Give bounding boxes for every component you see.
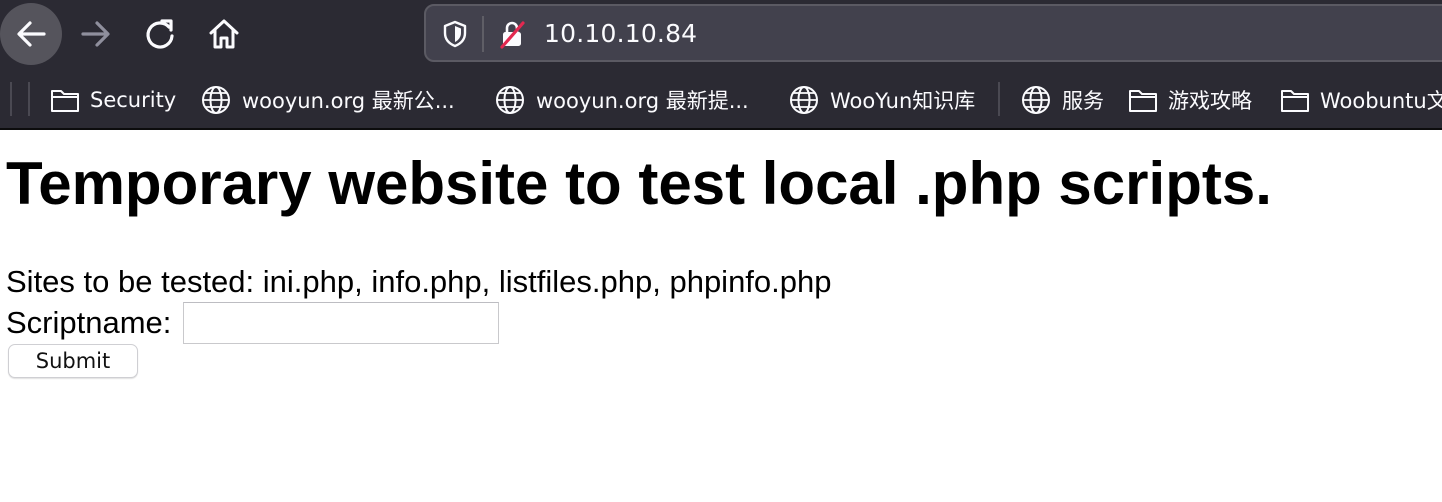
address-bar-divider <box>482 16 484 52</box>
scriptname-input[interactable] <box>183 302 500 344</box>
bookmark-label: Woobuntu文 <box>1320 89 1442 113</box>
reload-icon <box>146 19 174 49</box>
bookmark-woobuntu[interactable]: Woobuntu文 <box>1280 82 1442 118</box>
insecure-lock-icon[interactable] <box>498 19 526 49</box>
folder-icon <box>1129 90 1157 112</box>
bookmark-wooyun-tijiao[interactable]: wooyun.org 最新提... <box>494 82 749 118</box>
page-content: Temporary website to test local .php scr… <box>0 132 1442 502</box>
bookmark-youxi-gonglue[interactable]: 游戏攻略 <box>1128 82 1252 118</box>
globe-icon <box>202 86 230 114</box>
bookmark-label: Security <box>90 88 177 112</box>
scriptname-label: Scriptname: <box>6 305 172 340</box>
bookmark-fuwu[interactable]: 服务 <box>1020 82 1104 118</box>
bookmarks-separator <box>28 82 30 116</box>
bookmark-label: wooyun.org 最新公... <box>242 89 455 113</box>
tracking-shield-icon[interactable] <box>442 20 468 48</box>
bookmark-wooyun-zhishiku[interactable]: WooYun知识库 <box>788 82 975 118</box>
forward-arrow-icon <box>81 21 110 47</box>
back-button[interactable] <box>0 3 62 65</box>
browser-toolbar: 10.10.10.84 <box>0 0 1442 68</box>
submit-button[interactable]: Submit <box>8 344 138 378</box>
back-arrow-icon <box>17 21 46 47</box>
home-button[interactable] <box>202 12 246 56</box>
home-icon <box>209 19 239 49</box>
bookmarks-separator <box>10 82 12 116</box>
url-text[interactable]: 10.10.10.84 <box>544 18 697 50</box>
sites-to-test-text: Sites to be tested: ini.php, info.php, l… <box>6 264 832 299</box>
globe-icon <box>1022 86 1050 114</box>
bookmarks-separator <box>998 82 1000 116</box>
globe-icon <box>496 86 524 114</box>
folder-icon <box>1281 90 1309 112</box>
forward-button[interactable] <box>74 12 118 56</box>
reload-button[interactable] <box>138 12 182 56</box>
folder-icon <box>51 90 79 112</box>
bookmark-wooyun-gonggao[interactable]: wooyun.org 最新公... <box>200 82 455 118</box>
bookmark-label: 服务 <box>1062 89 1104 113</box>
bookmark-label: wooyun.org 最新提... <box>536 89 749 113</box>
bookmark-label: WooYun知识库 <box>830 89 976 113</box>
bookmark-security[interactable]: Security <box>50 82 176 118</box>
page-title: Temporary website to test local .php scr… <box>6 150 1272 217</box>
globe-icon <box>790 86 818 114</box>
bookmark-label: 游戏攻略 <box>1168 89 1252 113</box>
bookmarks-toolbar: Security wooyun.org 最新公... wooyun.org 最新… <box>0 68 1442 130</box>
address-bar[interactable]: 10.10.10.84 <box>424 4 1442 62</box>
script-form: Scriptname: <box>6 302 500 344</box>
